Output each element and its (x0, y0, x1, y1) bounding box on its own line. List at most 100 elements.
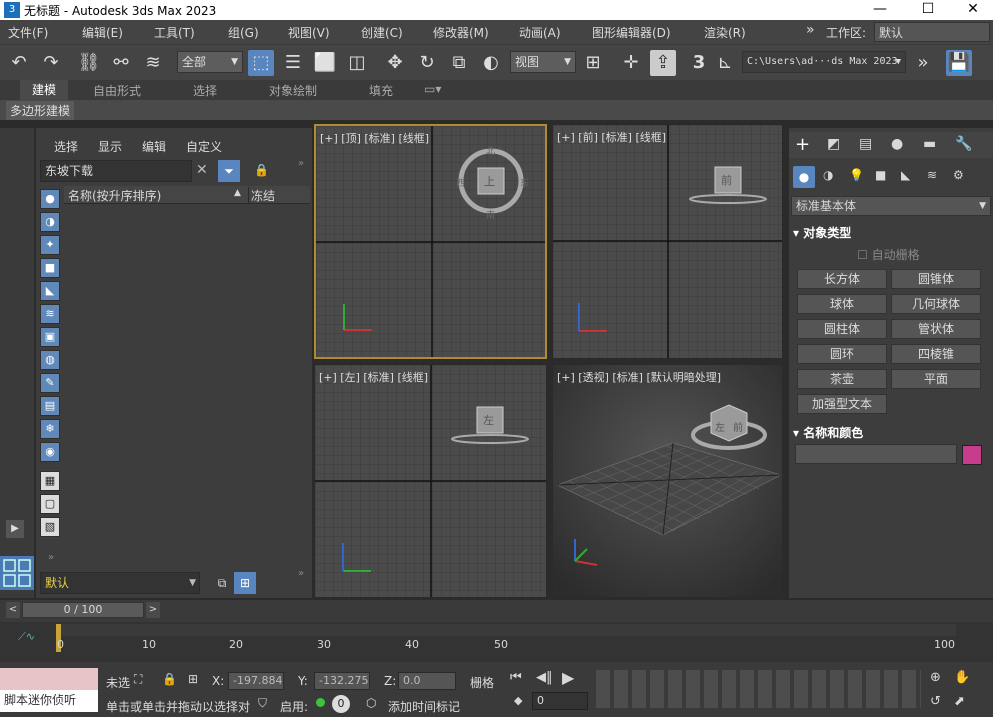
zoom-extents-icon[interactable]: ⊕ (930, 670, 941, 685)
filter-helpers-icon[interactable]: ◣ (40, 281, 60, 301)
orbit-icon[interactable]: ↺ (930, 694, 941, 709)
plane-button[interactable]: 平面 (891, 369, 981, 389)
rect-selection-icon[interactable]: ⬜ (312, 50, 338, 76)
sort-ascending-icon[interactable]: ▲ (234, 188, 241, 198)
torus-button[interactable]: 圆环 (797, 344, 887, 364)
select-object-icon[interactable]: ⬚ (248, 50, 274, 76)
reference-coord-select[interactable]: 视图 ▼ (510, 51, 576, 73)
curve-editor-icon[interactable]: ⟋∿ (18, 630, 35, 644)
viewport-perspective-label[interactable]: [+] [透视] [标准] [默认明暗处理] (557, 369, 721, 385)
menu-animation[interactable]: 动画(A) (519, 24, 561, 41)
hierarchy-tab-icon[interactable]: ▤ (859, 136, 872, 152)
time-slider[interactable]: 0 / 100 (22, 602, 144, 618)
spacewarps-icon[interactable]: ≋ (927, 168, 937, 182)
close-button[interactable]: ✕ (953, 0, 993, 20)
cylinder-button[interactable]: 圆柱体 (797, 319, 887, 339)
layer-explorer-icon[interactable]: ⧉ (212, 572, 232, 594)
filter-cameras-icon[interactable]: ■ (40, 258, 60, 278)
filter-spacewarps-icon[interactable]: ≋ (40, 304, 60, 324)
add-time-tag[interactable]: 添加时间标记 (388, 698, 460, 715)
clear-search-icon[interactable]: ✕ (196, 162, 208, 178)
play-animation-icon[interactable]: ▶ (562, 668, 574, 687)
play-icon[interactable]: ▶ (6, 520, 24, 538)
track-bar[interactable]: ⟋∿ 0 10 20 30 40 50 100 (0, 622, 993, 662)
viewport-front-label[interactable]: [+] [前] [标准] [线框] (557, 129, 666, 145)
name-color-rollout[interactable]: ▾ 名称和颜色 (793, 424, 863, 441)
field-of-view-icon[interactable]: ✋ (954, 670, 970, 685)
maximize-viewport-icon[interactable]: ⬈ (954, 694, 965, 709)
selection-lock-icon[interactable]: 🔒 (162, 672, 177, 686)
helpers-icon[interactable]: ◣ (901, 168, 910, 182)
box-button[interactable]: 长方体 (797, 269, 887, 289)
time-next-button[interactable]: > (146, 602, 160, 618)
filter-icon[interactable]: ⏷ (218, 160, 240, 182)
explorer-search-input[interactable]: 东坡下载 (40, 160, 192, 182)
viewport-top-label[interactable]: [+] [顶] [标准] [线框] (320, 130, 429, 146)
column-frozen[interactable]: 冻结 (248, 187, 275, 204)
category-select[interactable]: 标准基本体 ▼ (791, 196, 991, 216)
redo-icon[interactable]: ↷ (38, 50, 64, 76)
tab-modeling[interactable]: 建模 (20, 80, 69, 100)
filter-frozen-icon[interactable]: ❄ (40, 419, 60, 439)
save-icon[interactable]: 💾 (946, 50, 972, 76)
move-icon[interactable]: ✥ (382, 50, 408, 76)
systems-icon[interactable]: ⚙ (953, 168, 964, 182)
shapes-icon[interactable]: ◑ (823, 168, 833, 182)
keyboard-shortcut-override-icon[interactable]: ⇪ (650, 50, 676, 76)
invert-display-icon[interactable]: ▧ (40, 517, 60, 537)
polygon-modeling-label[interactable]: 多边形建模 (6, 101, 75, 120)
enable-value[interactable]: 0 (332, 695, 350, 713)
project-path-select[interactable]: C:\Users\ad···ds Max 2023 ▼ (742, 51, 906, 73)
sphere-button[interactable]: 球体 (797, 294, 887, 314)
menu-expand-icon[interactable]: » (806, 22, 815, 38)
explorer-expand-icon[interactable]: » (298, 158, 304, 169)
display-all-icon[interactable]: ▦ (40, 471, 60, 491)
teapot-button[interactable]: 茶壶 (797, 369, 887, 389)
selection-filter-select[interactable]: 全部 ▼ (177, 51, 243, 73)
geosphere-button[interactable]: 几何球体 (891, 294, 981, 314)
viewport-perspective[interactable]: 左 前 [+] [透视] [标准] [默认明暗处理] (552, 364, 783, 598)
display-none-icon[interactable]: ▢ (40, 494, 60, 514)
object-color-swatch[interactable] (962, 445, 982, 465)
geometry-icon[interactable]: ● (793, 166, 815, 188)
ribbon-options-icon[interactable]: ▭▾ (424, 82, 441, 96)
window-crossing-icon[interactable]: ◫ (344, 50, 370, 76)
bind-spacewarp-icon[interactable]: ≋ (140, 50, 166, 76)
object-name-input[interactable] (795, 444, 957, 464)
script-listener-box[interactable]: 脚本迷你侦听 (0, 690, 98, 712)
explorer-menu-edit[interactable]: 编辑 (142, 138, 166, 155)
z-coordinate-field[interactable]: 0.0 (398, 672, 456, 690)
maximize-button[interactable]: ☐ (908, 0, 948, 20)
menu-create[interactable]: 创建(C) (361, 24, 403, 41)
menu-file[interactable]: 文件(F) (8, 24, 48, 41)
cone-button[interactable]: 圆锥体 (891, 269, 981, 289)
text-plus-button[interactable]: 加强型文本 (797, 394, 887, 414)
angle-snap-icon[interactable]: ⊾ (712, 50, 738, 76)
create-tab-icon[interactable]: + (795, 134, 810, 155)
tab-freeform[interactable]: 自由形式 (93, 82, 141, 99)
scale-icon[interactable]: ⧉ (446, 50, 472, 76)
pivot-center-icon[interactable]: ⊞ (580, 50, 606, 76)
explorer-bottom-expand-icon[interactable]: » (48, 552, 54, 563)
tab-object-paint[interactable]: 对象绘制 (269, 82, 317, 99)
undo-icon[interactable]: ↶ (6, 50, 32, 76)
display-tab-icon[interactable]: ▬ (923, 136, 936, 152)
hierarchy-icon[interactable]: ⊞ (234, 572, 256, 594)
select-manipulate-icon[interactable]: ✛ (618, 50, 644, 76)
viewport-left-label[interactable]: [+] [左] [标准] [线框] (319, 369, 428, 385)
maxscript-listener-input[interactable] (0, 668, 98, 690)
y-coordinate-field[interactable]: -132.275 (314, 672, 370, 690)
autogrid-checkbox[interactable]: ☐ 自动栅格 (857, 246, 920, 263)
link-icon[interactable]: ⛓ (76, 50, 102, 76)
snap-toggle-icon[interactable]: 3 (686, 50, 712, 76)
adaptive-degradation-icon[interactable]: ⛉ (258, 696, 267, 711)
filter-shapes-icon[interactable]: ◑ (40, 212, 60, 232)
filter-containers-icon[interactable]: ▤ (40, 396, 60, 416)
menu-graph-editors[interactable]: 图形编辑器(D) (592, 24, 671, 41)
menu-view[interactable]: 视图(V) (288, 24, 330, 41)
filter-geometry-icon[interactable]: ● (40, 189, 60, 209)
explorer-menu-display[interactable]: 显示 (98, 138, 122, 155)
toolbar-expand-icon[interactable]: » (910, 50, 936, 76)
menu-rendering[interactable]: 渲染(R) (704, 24, 746, 41)
cameras-icon[interactable]: ■ (875, 168, 886, 182)
